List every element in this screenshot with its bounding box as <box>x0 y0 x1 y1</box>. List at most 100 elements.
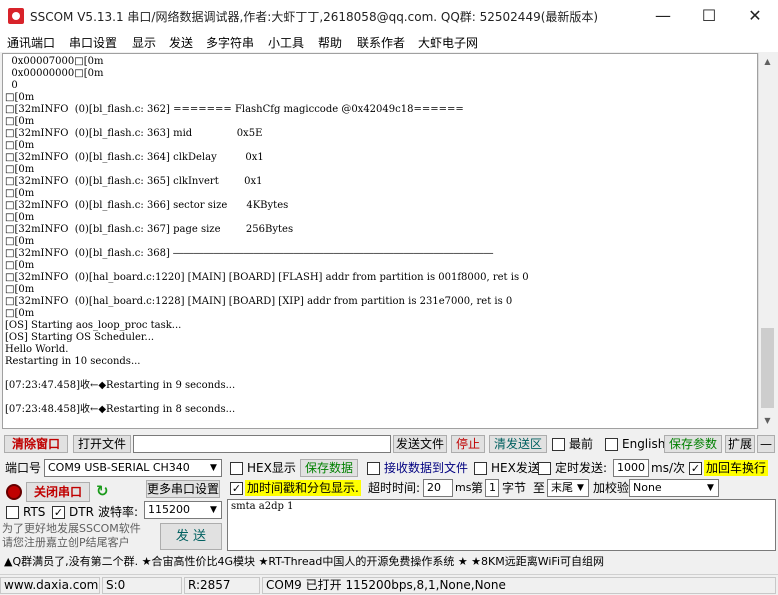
window-title: SSCOM V5.13.1 串口/网络数据调试器,作者:大虾丁丁,2618058… <box>30 10 599 24</box>
menu-bar: 通讯端口 串口设置 显示 发送 多字符串 小工具 帮助 联系作者 大虾电子网 <box>0 32 778 52</box>
menu-send[interactable]: 发送 <box>169 34 193 51</box>
send-input[interactable]: smta a2dp 1 <box>227 499 776 551</box>
port-select[interactable]: COM9 USB-SERIAL CH340 ▼ <box>44 459 222 477</box>
terminal-line: □[32mINFO (0)[bl_flash.c: 363] mid 0x5E <box>5 128 263 139</box>
dtr-checkbox[interactable]: ✓ <box>52 506 65 519</box>
receive-terminal[interactable]: 0x00007000□[0m 0x00000000□[0m 0 □[0m □[32m… <box>2 53 758 429</box>
dtr-label: DTR <box>69 505 94 519</box>
recv-to-file-checkbox[interactable] <box>367 462 380 475</box>
timed-send-label: 定时发送: <box>555 461 608 475</box>
byte-label-1: 第 <box>471 481 484 495</box>
menu-tools[interactable]: 小工具 <box>268 34 304 51</box>
terminal-line: □[32mINFO (0)[bl_flash.c: 364] clkDelay … <box>5 152 264 163</box>
terminal-line: □[0m <box>5 308 35 319</box>
terminal-line: □[0m <box>5 164 35 175</box>
expand-button[interactable]: 扩展 <box>725 435 755 453</box>
status-bar: www.daxia.com S:0 R:2857 COM9 已打开 115200… <box>0 574 778 595</box>
baud-select[interactable]: 115200 ▼ <box>144 501 222 519</box>
rts-label: RTS <box>23 505 46 519</box>
menu-display[interactable]: 显示 <box>132 34 156 51</box>
hex-send-checkbox[interactable] <box>474 462 487 475</box>
close-port-button[interactable]: 关闭串口 <box>26 482 90 502</box>
terminal-scrollbar[interactable]: ▲ ▼ <box>758 53 776 429</box>
terminal-line: 0x00007000□[0m <box>5 56 104 67</box>
baud-select-value: 115200 <box>148 503 190 516</box>
terminal-line: 0 <box>5 80 18 91</box>
menu-multi-string[interactable]: 多字符串 <box>206 34 254 51</box>
byte-input[interactable]: 1 <box>485 479 499 497</box>
timeout-input[interactable]: 20 <box>423 479 453 497</box>
hex-send-label: HEX发送 <box>491 461 540 475</box>
open-file-button[interactable]: 打开文件 <box>73 435 131 453</box>
terminal-line: □[0m <box>5 92 35 103</box>
terminal-line: [OS] Starting OS Scheduler... <box>5 332 155 343</box>
timed-send-checkbox[interactable] <box>538 462 551 475</box>
timestamp-label: 加时间戳和分包显示. <box>245 480 361 496</box>
title-bar: SSCOM V5.13.1 串口/网络数据调试器,作者:大虾丁丁,2618058… <box>0 0 778 32</box>
menu-serial-settings[interactable]: 串口设置 <box>69 34 117 51</box>
timeout-unit: ms <box>455 481 472 494</box>
terminal-line: [OS] Starting aos_loop_proc task... <box>5 320 182 331</box>
close-button[interactable]: ✕ <box>732 0 778 32</box>
status-received-count: R:2857 <box>184 577 260 594</box>
add-crlf-checkbox[interactable]: ✓ <box>689 462 702 475</box>
baud-label: 波特率: <box>98 505 139 519</box>
timeout-label: 超时时间: <box>368 481 421 495</box>
interval-unit: ms/次 <box>651 461 685 475</box>
terminal-line: □[32mINFO (0)[bl_flash.c: 365] clkInvert… <box>5 176 263 187</box>
port-select-value: COM9 USB-SERIAL CH340 <box>48 461 190 474</box>
checksum-select-value: None <box>633 481 662 494</box>
send-file-button[interactable]: 发送文件 <box>393 435 447 453</box>
clear-send-button[interactable]: 清发送区 <box>489 435 547 453</box>
send-button[interactable]: 发 送 <box>160 523 222 550</box>
terminal-line: [07:23:48.458]收←◆Restarting in 8 seconds… <box>5 404 236 415</box>
status-port-info: COM9 已打开 115200bps,8,1,None,None <box>262 577 776 594</box>
save-params-button[interactable]: 保存参数 <box>664 435 722 453</box>
collapse-button[interactable]: — <box>757 435 775 453</box>
checksum-label: 加校验 <box>593 481 630 495</box>
terminal-line: □[0m <box>5 236 35 247</box>
front-checkbox[interactable] <box>552 438 565 451</box>
refresh-icon[interactable]: ↻ <box>96 483 112 499</box>
maximize-button[interactable]: ☐ <box>686 0 732 32</box>
news-ticker[interactable]: ▲Q群满员了,没有第二个群. ★合宙高性价比4G模块 ★RT-Thread中国人… <box>0 554 778 572</box>
hex-display-checkbox[interactable] <box>230 462 243 475</box>
recv-to-file-label[interactable]: 接收数据到文件 <box>384 460 468 476</box>
menu-daxia-site[interactable]: 大虾电子网 <box>418 34 478 51</box>
chevron-down-icon: ▼ <box>210 505 217 515</box>
terminal-line: □[32mINFO (0)[bl_flash.c: 362] ======= F… <box>5 104 464 115</box>
rts-checkbox[interactable] <box>6 506 19 519</box>
interval-input[interactable]: 1000 <box>613 459 649 477</box>
terminal-line: □[32mINFO (0)[bl_flash.c: 368] ―――――――――… <box>5 248 494 259</box>
front-label: 最前 <box>569 437 594 451</box>
terminal-line: 0x00000000□[0m <box>5 68 104 79</box>
terminal-line: □[32mINFO (0)[hal_board.c:1220] [MAIN] [… <box>5 272 529 283</box>
terminal-line: □[0m <box>5 212 35 223</box>
terminal-line: □[32mINFO (0)[bl_flash.c: 367] page size… <box>5 224 294 235</box>
clear-window-button[interactable]: 清除窗口 <box>4 435 68 453</box>
menu-contact-author[interactable]: 联系作者 <box>357 34 405 51</box>
timestamp-checkbox[interactable]: ✓ <box>230 482 243 495</box>
english-label: English <box>622 437 666 451</box>
status-website[interactable]: www.daxia.com <box>0 577 100 594</box>
chevron-down-icon: ▼ <box>210 463 217 473</box>
stop-button[interactable]: 停止 <box>451 435 485 453</box>
promo-line-1: 为了更好地发展SSCOM软件 <box>2 522 141 535</box>
menu-comm-port[interactable]: 通讯端口 <box>7 34 55 51</box>
menu-help[interactable]: 帮助 <box>318 34 342 51</box>
to-select[interactable]: 末尾 ▼ <box>547 479 589 497</box>
file-path-input[interactable] <box>133 435 391 453</box>
terminal-line: □[0m <box>5 284 35 295</box>
scroll-up-icon[interactable]: ▲ <box>759 53 776 70</box>
more-serial-settings-button[interactable]: 更多串口设置 <box>146 480 220 498</box>
hex-display-label: HEX显示 <box>247 461 296 475</box>
minimize-button[interactable]: — <box>640 0 686 32</box>
save-data-button[interactable]: 保存数据 <box>300 459 358 477</box>
scroll-thumb[interactable] <box>761 328 774 408</box>
english-checkbox[interactable] <box>605 438 618 451</box>
scroll-down-icon[interactable]: ▼ <box>759 412 776 429</box>
checksum-select[interactable]: None ▼ <box>629 479 719 497</box>
